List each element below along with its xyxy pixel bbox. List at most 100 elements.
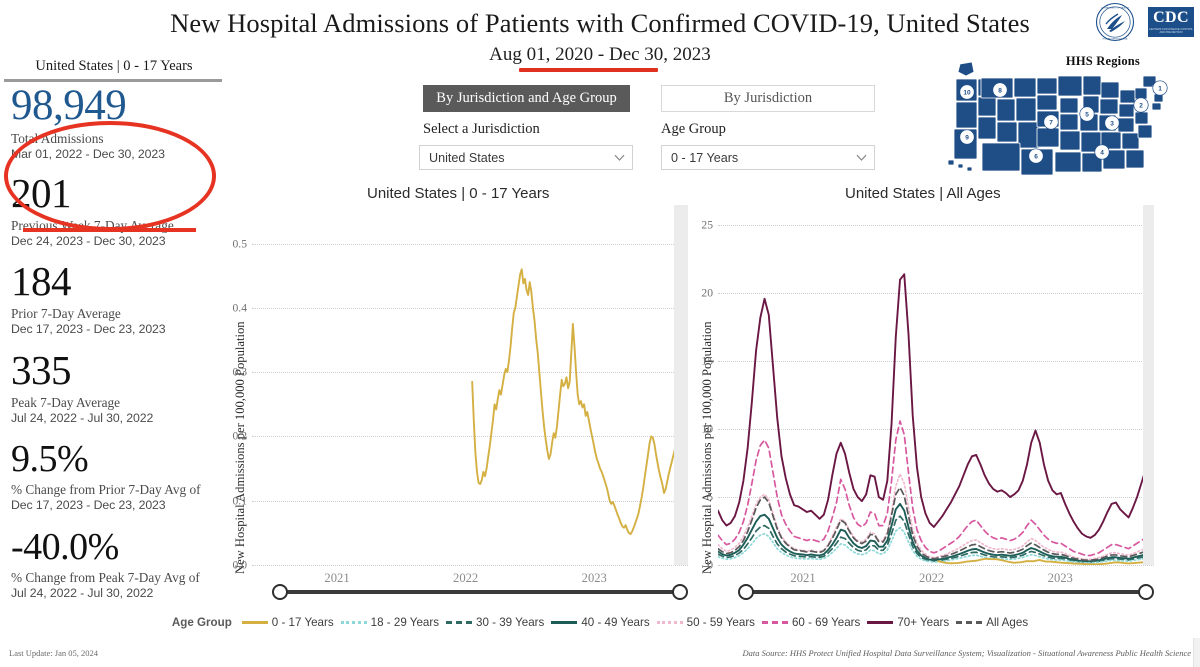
legend-item[interactable]: 70+ Years	[867, 616, 949, 629]
last-update-text: Last Update: Jan 05, 2024	[9, 648, 98, 658]
jurisdiction-field-label: Select a Jurisdiction	[423, 121, 540, 137]
kpi-sidebar: United States | 0 - 17 Years 98,949 Tota…	[0, 58, 228, 628]
y-axis-tick-label: 20	[701, 286, 713, 300]
svg-text:7: 7	[1049, 120, 1053, 127]
kpi-change-from-peak: -40.0% % Change from Peak 7-Day Avg of J…	[0, 528, 200, 602]
legend-item[interactable]: 50 - 59 Years	[656, 615, 755, 629]
slider-handle-start[interactable]	[738, 584, 754, 600]
y-axis-tick-label: 0.3	[232, 365, 248, 379]
kpi-value: 184	[11, 258, 71, 304]
page-subtitle: Aug 01, 2020 - Dec 30, 2023	[489, 44, 711, 65]
subtitle-red-underline-annotation	[519, 68, 658, 72]
legend-swatch	[241, 620, 268, 624]
legend-swatch	[956, 620, 983, 624]
age-group-select-value: 0 - 17 Years	[671, 150, 739, 165]
kpi-date-range: Dec 17, 2023 - Dec 23, 2023	[11, 498, 166, 513]
kpi-value: 9.5%	[11, 438, 89, 480]
page-title: New Hospital Admissions of Patients with…	[170, 8, 1030, 38]
kpi-date-range: Mar 01, 2022 - Dec 30, 2023	[11, 147, 165, 162]
legend-item[interactable]: 60 - 69 Years	[761, 615, 861, 629]
slider-handle-end[interactable]	[672, 584, 688, 600]
right-chart-title: United States | All Ages	[845, 185, 1001, 202]
svg-text:3: 3	[1110, 121, 1114, 128]
legend-item[interactable]: 18 - 29 Years	[340, 616, 439, 629]
y-axis-tick-label: 0	[707, 558, 713, 572]
incomplete-data-shade	[674, 205, 688, 565]
legend-item-label: 40 - 49 Years	[581, 615, 650, 629]
age-group-legend: Age Group 0 - 17 Years 18 - 29 Years 30 - …	[0, 612, 1200, 632]
kpi-date-range: Dec 17, 2023 - Dec 23, 2023	[11, 322, 166, 337]
y-axis-tick-label: 15	[701, 354, 713, 368]
svg-text:DEPARTMENT OF HEALTH: DEPARTMENT OF HEALTH	[1101, 6, 1129, 9]
y-axis-tick-label: 0.1	[232, 494, 248, 508]
dashboard-root: New Hospital Admissions of Patients with…	[0, 0, 1200, 667]
right-chart-date-range-slider[interactable]	[738, 583, 1154, 601]
kpi-value: 335	[11, 347, 72, 393]
y-axis-tick-label: 25	[701, 218, 713, 232]
left-chart-y-axis-label: New Hospital Admissions per 100,000 Popu…	[233, 321, 247, 574]
kpi-date-range: Jul 24, 2022 - Jul 30, 2022	[11, 586, 154, 601]
jurisdiction-select-value: United States	[429, 150, 505, 165]
series-canvas	[471, 268, 688, 536]
slider-handle-start[interactable]	[272, 584, 288, 600]
tab-by-jurisdiction[interactable]: By Jurisdiction	[661, 85, 875, 112]
legend-swatch	[551, 620, 578, 624]
legend-item[interactable]: All Ages	[956, 616, 1028, 629]
svg-text:2: 2	[1139, 103, 1143, 110]
legend-item-label: 70+ Years	[897, 615, 950, 629]
slider-handle-end[interactable]	[1138, 584, 1154, 600]
legend-item-label: All Ages	[986, 615, 1029, 629]
y-axis-tick-label: 5	[707, 490, 713, 504]
svg-text:1: 1	[1158, 86, 1162, 93]
kpi-date-range: Jul 24, 2022 - Jul 30, 2022	[11, 411, 154, 426]
kpi-label: Peak 7-Day Average	[11, 395, 121, 410]
svg-text:8: 8	[998, 88, 1002, 95]
kpi-value: -40.0%	[11, 526, 119, 568]
data-source-text: Data Source: HHS Protect Unified Hospita…	[742, 648, 1191, 658]
kpi-total-admissions: 98,949 Total Admissions Mar 01, 2022 - D…	[0, 84, 165, 163]
kpi-label: Prior 7-Day Average	[11, 306, 121, 321]
vertical-scrollbar[interactable]	[1193, 638, 1200, 667]
legend-swatch	[867, 620, 894, 624]
legend-item-label: 30 - 39 Years	[476, 615, 545, 629]
kpi-label: Total Admissions	[11, 131, 104, 146]
legend-swatch	[656, 620, 683, 624]
left-chart-date-range-slider[interactable]	[272, 583, 688, 601]
legend-swatch	[340, 620, 367, 624]
kpi-label: % Change from Prior 7-Day Avg of	[11, 482, 201, 497]
y-axis-tick-label: 0.0	[232, 558, 248, 572]
legend-item[interactable]: 30 - 39 Years	[446, 616, 544, 629]
series-line	[718, 420, 1154, 557]
legend-item[interactable]: 40 - 49 Years	[551, 615, 650, 629]
y-axis-tick-label: 10	[701, 422, 713, 436]
series-line	[471, 268, 688, 536]
kpi-label: % Change from Peak 7-Day Avg of	[11, 570, 200, 585]
legend-item-label: 60 - 69 Years	[791, 615, 861, 629]
legend-swatch	[761, 620, 788, 624]
kpi-value: 201	[11, 170, 71, 216]
jurisdiction-select[interactable]: United States	[419, 145, 633, 170]
series-line	[718, 273, 1154, 539]
kpi-previous-week-average: 201 Previous Week 7-Day Average Dec 24, …	[0, 173, 174, 250]
cdc-logo: CDC CENTERS FOR DISEASE CONTROL AND PREV…	[1148, 7, 1194, 37]
slider-track[interactable]	[746, 590, 1146, 594]
kpi-peak-average: 335 Peak 7-Day Average Jul 24, 2022 - Ju…	[0, 350, 153, 427]
tab-by-jurisdiction-and-age-group[interactable]: By Jurisdiction and Age Group	[423, 85, 630, 112]
legend-item[interactable]: 0 - 17 Years	[241, 616, 334, 629]
age-group-select[interactable]: 0 - 17 Years	[661, 145, 875, 170]
kpi-change-from-prior: 9.5% % Change from Prior 7-Day Avg of De…	[0, 440, 201, 514]
svg-text:9: 9	[965, 135, 969, 142]
right-chart-plot-area[interactable]: 0 5 10 15 20 25 2021 2022 2023	[701, 205, 1154, 585]
kpi-value: 98,949	[11, 82, 127, 129]
series-canvas	[718, 273, 1154, 565]
slider-track[interactable]	[280, 590, 680, 594]
red-underline-annotation	[23, 228, 196, 232]
left-chart-plot-area[interactable]: 0.0 0.1 0.2 0.3 0.4 0.5 2021 2022 2023	[233, 205, 688, 585]
incomplete-data-shade	[1143, 205, 1154, 565]
chevron-down-icon	[613, 151, 626, 164]
svg-text:6: 6	[1034, 154, 1038, 161]
svg-text:HUMAN SERVICES USA: HUMAN SERVICES USA	[1103, 37, 1128, 40]
legend-item-label: 50 - 59 Years	[686, 615, 755, 629]
kpi-date-range: Dec 24, 2023 - Dec 30, 2023	[11, 234, 166, 249]
y-axis-tick-label: 0.2	[232, 429, 248, 443]
